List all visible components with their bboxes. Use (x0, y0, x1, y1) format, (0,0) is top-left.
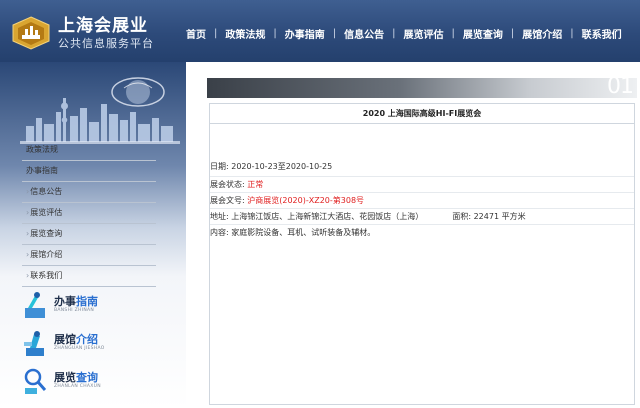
address-value: 上海锦江饭店、上海新锦江大酒店、花园饭店（上海） (231, 212, 424, 221)
city-skyline-icon (20, 77, 180, 144)
exhibition-title: 2020 上海国际高级HI-FI展览会 (210, 104, 634, 124)
sidebar-item-search[interactable]: ›展览查询 (22, 224, 156, 245)
detail-rows: 日期: 2020-10-23至2020-10-25 展会状态: 正常 展会文号:… (210, 160, 634, 240)
sidebar-item-label: 办事指南 (26, 166, 58, 175)
top-nav: 首页 | 政策法规 | 办事指南 | 信息公告 | 展览评估 | 展览查询 | … (186, 26, 622, 41)
sidebar-item-label: 展馆介绍 (30, 250, 63, 259)
guide-figure-icon (25, 292, 45, 318)
nav-separator: | (214, 28, 218, 39)
status-value: 正常 (247, 180, 264, 189)
nav-notice[interactable]: 信息公告 (344, 26, 384, 41)
nav-separator: | (451, 28, 455, 39)
nav-separator: | (392, 28, 396, 39)
bullet-icon: › (26, 229, 30, 238)
status-label: 展会状态: (210, 180, 245, 189)
nav-assessment[interactable]: 展览评估 (404, 26, 444, 41)
feature-venues-link[interactable]: 展馆介绍 ZHANGUAN JIESHAO (22, 326, 162, 360)
exhibition-detail-panel: 2020 上海国际高级HI-FI展览会 日期: 2020-10-23至2020-… (209, 103, 635, 405)
sidebar-item-label: 展览查询 (30, 229, 63, 238)
brand-subtitle: 公共信息服务平台 (58, 37, 154, 50)
status-row: 展会状态: 正常 (210, 176, 634, 192)
date-label: 日期: (210, 162, 229, 171)
feature-pinyin: BANSHI ZHINAN (54, 308, 95, 313)
exhibition-logo-icon (12, 16, 50, 50)
feature-search-link[interactable]: 展览查询 ZHANLAN CHAXUN (22, 364, 162, 398)
feature-text: 展馆介绍 ZHANGUAN JIESHAO (54, 334, 105, 352)
feature-pinyin: ZHANLAN CHAXUN (54, 384, 101, 389)
section-banner: 01 (207, 74, 637, 99)
sidebar-item-notice[interactable]: ›信息公告 (22, 182, 156, 203)
sidebar-item-policy[interactable]: 政策法规 (22, 140, 156, 161)
date-row: 日期: 2020-10-23至2020-10-25 (210, 160, 634, 176)
nav-search[interactable]: 展览查询 (463, 26, 503, 41)
nav-separator: | (273, 28, 277, 39)
nav-separator: | (510, 28, 515, 39)
nav-separator: | (332, 28, 337, 39)
feature-text: 展览查询 ZHANLAN CHAXUN (54, 372, 101, 390)
sidebar-item-label: 信息公告 (30, 187, 63, 196)
feature-text: 办事指南 BANSHI ZHINAN (54, 296, 98, 314)
feature-title: 展览查询 (54, 371, 98, 384)
left-sidebar: 政策法规 办事指南 ›信息公告 ›展览评估 ›展览查询 ›展馆介绍 ›联系我们 … (0, 62, 186, 408)
bullet-icon: › (26, 250, 30, 259)
banner-number: 01 (607, 74, 634, 99)
brand-title: 上海会展业 (58, 16, 148, 36)
feature-guide-link[interactable]: 办事指南 BANSHI ZHINAN (22, 288, 162, 322)
sidebar-item-venues[interactable]: ›展馆介绍 (22, 245, 156, 266)
side-menu: 政策法规 办事指南 ›信息公告 ›展览评估 ›展览查询 ›展馆介绍 ›联系我们 (22, 140, 156, 287)
feature-pinyin: ZHANGUAN JIESHAO (54, 346, 105, 351)
sidebar-item-label: 联系我们 (30, 271, 63, 280)
document-label: 展会文号: (210, 196, 245, 205)
content-label: 内容: (210, 228, 229, 237)
document-number: 沪商展览(2020)-XZ20-第308号 (247, 196, 365, 205)
sidebar-item-label: 展览评估 (30, 208, 63, 217)
search-figure-icon (24, 368, 47, 394)
sidebar-item-guide[interactable]: 办事指南 (22, 161, 156, 182)
area-value: 22471 平方米 (473, 212, 526, 221)
venue-figure-icon (24, 331, 44, 356)
content-row: 内容: 家庭影院设备、耳机、试听装备及辅材。 (210, 224, 634, 240)
site-header: 上海会展业 公共信息服务平台 首页 | 政策法规 | 办事指南 | 信息公告 |… (0, 0, 640, 62)
feature-title: 展馆介绍 (54, 333, 98, 346)
content-value: 家庭影院设备、耳机、试听装备及辅材。 (231, 228, 376, 237)
sidebar-item-assessment[interactable]: ›展览评估 (22, 203, 156, 224)
nav-policy[interactable]: 政策法规 (225, 26, 265, 41)
sidebar-item-contact[interactable]: ›联系我们 (22, 266, 156, 287)
bullet-icon: › (26, 271, 30, 280)
bullet-icon: › (26, 187, 30, 196)
document-row: 展会文号: 沪商展览(2020)-XZ20-第308号 (210, 192, 634, 208)
area-label: 面积: (452, 212, 472, 221)
nav-separator: | (570, 28, 574, 39)
nav-guide[interactable]: 办事指南 (285, 26, 325, 41)
sidebar-item-label: 政策法规 (26, 145, 58, 154)
address-row: 地址: 上海锦江饭店、上海新锦江大酒店、花园饭店（上海） 面积: 22471 平… (210, 208, 634, 224)
nav-contact[interactable]: 联系我们 (582, 26, 622, 41)
nav-home[interactable]: 首页 (186, 26, 206, 41)
date-value: 2020-10-23至2020-10-25 (231, 162, 333, 171)
feature-title: 办事指南 (54, 295, 98, 308)
address-label: 地址: (210, 212, 229, 221)
bullet-icon: › (26, 208, 30, 217)
nav-venues[interactable]: 展馆介绍 (522, 26, 562, 41)
